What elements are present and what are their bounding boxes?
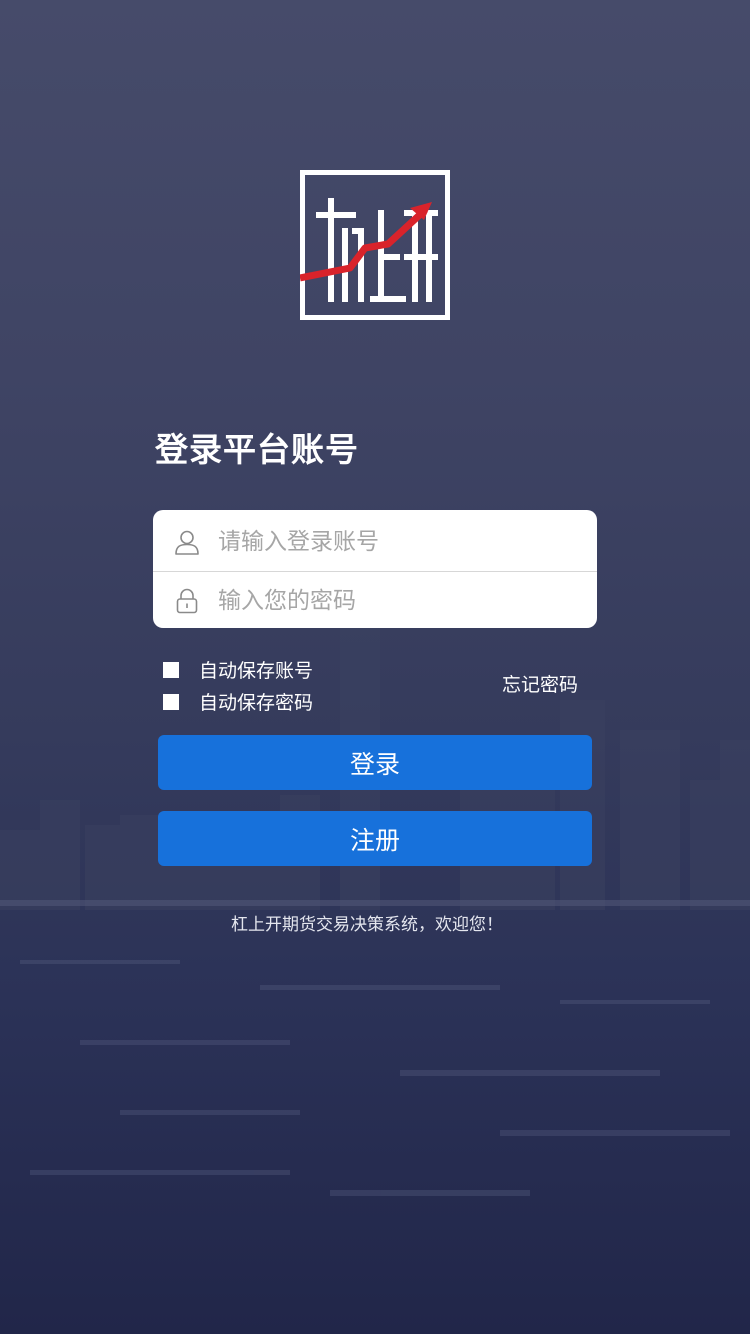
password-input[interactable]: [216, 587, 597, 615]
save-account-label: 自动保存账号: [199, 660, 314, 682]
user-icon: [172, 527, 202, 557]
password-field-row: [153, 571, 597, 628]
save-password-label: 自动保存密码: [199, 692, 314, 714]
page-title: 登录平台账号: [155, 430, 359, 469]
account-input[interactable]: [216, 528, 597, 556]
save-password-option[interactable]: 自动保存密码: [163, 688, 313, 715]
lock-icon: [172, 586, 202, 616]
save-account-checkbox[interactable]: [163, 661, 179, 678]
save-account-option[interactable]: 自动保存账号: [163, 656, 313, 683]
register-button[interactable]: 注册: [158, 811, 592, 866]
forgot-password-link[interactable]: 忘记密码: [502, 670, 578, 697]
login-button[interactable]: 登录: [158, 735, 592, 790]
welcome-message: 杠上开期货交易决策系统，欢迎您！: [231, 915, 503, 935]
login-form: [153, 510, 597, 628]
save-password-checkbox[interactable]: [163, 693, 179, 710]
app-logo: [299, 170, 450, 320]
account-field-row: [153, 513, 597, 571]
